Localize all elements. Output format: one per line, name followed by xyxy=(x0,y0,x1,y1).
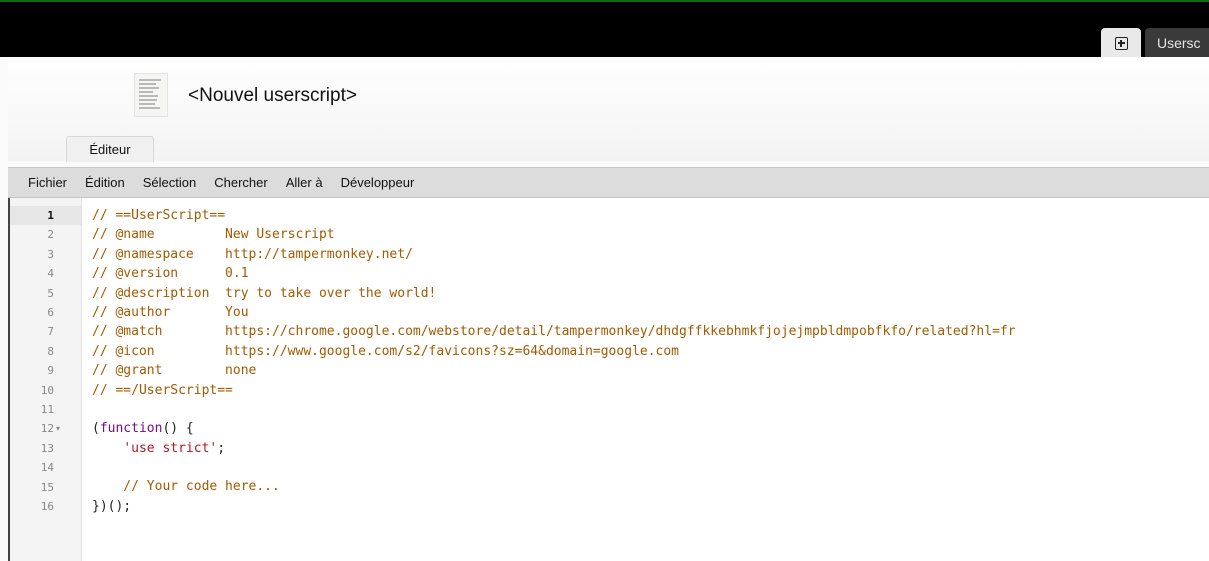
code-line: 'use strict'; xyxy=(92,439,1207,458)
tab-bar: Usersc xyxy=(0,0,1209,58)
fold-arrow-icon[interactable]: ▾ xyxy=(56,419,60,438)
script-header: <Nouvel userscript> Éditeur xyxy=(8,57,1209,162)
line-number: 3 xyxy=(47,247,54,261)
line-number: 9 xyxy=(47,364,54,378)
tampermonkey-editor-window: Usersc <Nouvel userscript> Éditeur Fichi… xyxy=(0,0,1209,561)
code-editor[interactable]: 1 2 3 4 5 6 7 8 9 10 11 12 ▾ 13 14 15 16 // ==UserScript… xyxy=(8,198,1209,561)
page-title: <Nouvel userscript> xyxy=(188,85,357,106)
code-line: (function() { xyxy=(92,419,1207,438)
line-number: 1 xyxy=(47,209,54,222)
line-number: 16 xyxy=(40,500,54,513)
code-string: 'use strict' xyxy=(123,440,218,456)
code-line: // ==/UserScript== xyxy=(92,382,233,398)
line-number: 8 xyxy=(47,344,54,358)
line-number: 12 xyxy=(40,422,54,436)
script-document-icon xyxy=(134,73,168,117)
code-line: // ==UserScript== xyxy=(92,208,226,223)
menu-item-fichier[interactable]: Fichier xyxy=(22,175,73,190)
line-number: 6 xyxy=(47,306,54,319)
code-line: // @version 0.1 xyxy=(92,266,249,282)
line-number: 14 xyxy=(40,461,54,475)
menu-item-s-lection[interactable]: Sélection xyxy=(137,175,202,190)
code-token: ; xyxy=(217,440,226,456)
code-line: // @name New Userscript xyxy=(92,227,335,243)
new-tab-icon xyxy=(1114,36,1128,50)
code-line: // @match https://chrome.google.com/webs… xyxy=(92,324,1016,340)
menu-item-d-veloppeur[interactable]: Développeur xyxy=(335,175,421,190)
line-number: 2 xyxy=(47,228,54,242)
line-number: 4 xyxy=(47,267,54,281)
code-area[interactable]: // ==UserScript== // @name New Userscript… xyxy=(92,206,1207,516)
code-line: })(); xyxy=(92,498,132,514)
line-number: 7 xyxy=(47,325,54,339)
line-number: 13 xyxy=(40,441,54,455)
code-line: // Your code here... xyxy=(92,479,280,495)
code-keyword: function xyxy=(99,421,163,437)
line-number: 15 xyxy=(40,480,54,494)
tab-userscripts[interactable]: Usersc xyxy=(1145,28,1209,58)
line-number: 5 xyxy=(47,286,54,300)
code-token: ( xyxy=(92,421,100,437)
menu-item--dition[interactable]: Édition xyxy=(79,175,131,190)
code-line: // @namespace http://tampermonkey.net/ xyxy=(92,246,413,262)
menu-item-chercher[interactable]: Chercher xyxy=(208,175,273,190)
editor-menu-bar: Fichier Édition Sélection Chercher Aller à Dé… xyxy=(8,167,1209,198)
code-line: // @grant none xyxy=(92,363,257,379)
code-line: // @icon https://www.google.com/s2/favic… xyxy=(92,343,679,359)
line-number: 10 xyxy=(40,383,54,397)
tab-editor[interactable]: Éditeur xyxy=(66,136,154,162)
code-token: () { xyxy=(162,421,194,437)
code-line: // @author You xyxy=(92,304,249,320)
code-line: // @description try to take over the wor… xyxy=(92,285,437,301)
line-number-gutter: 1 2 3 4 5 6 7 8 9 10 11 12 ▾ 13 14 15 16 xyxy=(10,198,82,561)
new-tab-button[interactable] xyxy=(1101,28,1141,58)
line-number: 11 xyxy=(40,403,54,416)
menu-item-aller-[interactable]: Aller à xyxy=(280,175,329,190)
